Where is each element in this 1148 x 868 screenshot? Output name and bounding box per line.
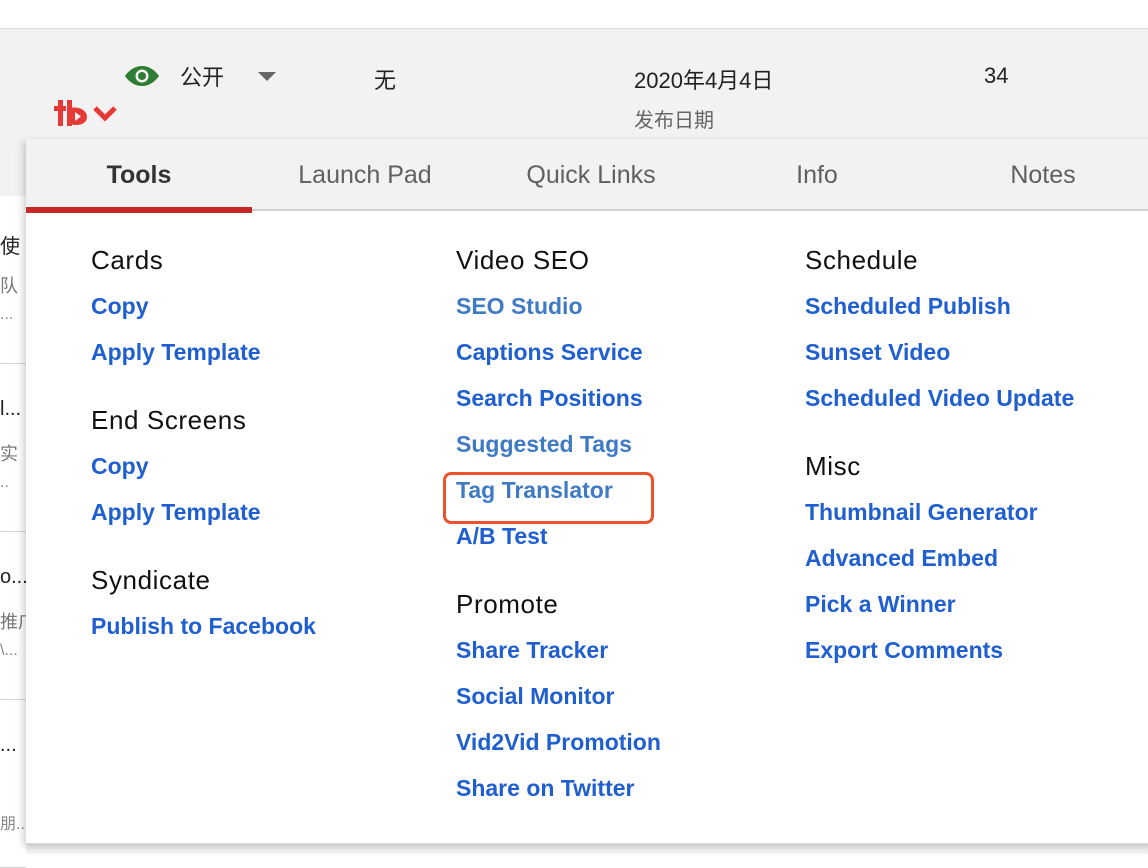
chevron-down-icon (93, 106, 117, 122)
section-cards: Cards Copy Apply Template (91, 237, 316, 375)
link-search-positions[interactable]: Search Positions (456, 375, 661, 421)
row-meta: 朋.. (0, 816, 25, 833)
section-video-seo: Video SEO SEO Studio Captions Service Se… (456, 237, 661, 559)
link-cards-apply-template[interactable]: Apply Template (91, 329, 316, 375)
link-seo-studio[interactable]: SEO Studio (456, 283, 661, 329)
section-title: Misc (805, 451, 861, 481)
link-end-screens-copy[interactable]: Copy (91, 443, 316, 489)
video-list-row[interactable]: l... 实 .. (0, 364, 26, 532)
views-count: 34 (984, 63, 1009, 88)
row-title: o... (0, 566, 26, 588)
panel-tabs: Tools Launch Pad Quick Links Info Notes (26, 139, 1148, 213)
restrictions-value: 无 (374, 68, 397, 93)
row-meta: \... (0, 642, 18, 659)
row-subtitle: 队 (0, 276, 18, 296)
link-pick-a-winner[interactable]: Pick a Winner (805, 581, 1074, 627)
tab-tools[interactable]: Tools (26, 139, 252, 213)
link-thumbnail-generator[interactable]: Thumbnail Generator (805, 489, 1074, 535)
section-syndicate: Syndicate Publish to Facebook (91, 557, 316, 649)
row-title: 使 (0, 236, 20, 258)
row-meta: ... (0, 306, 14, 323)
link-scheduled-publish[interactable]: Scheduled Publish (805, 283, 1074, 329)
tubebuddy-logo-icon (54, 100, 87, 126)
tab-launch-pad[interactable]: Launch Pad (252, 139, 478, 211)
link-share-on-twitter[interactable]: Share on Twitter (456, 765, 661, 811)
section-title: Syndicate (91, 565, 211, 595)
video-list-row[interactable]: 使 队 ... (0, 196, 26, 364)
row-subtitle: 推广 (0, 612, 26, 632)
publish-date-label: 发布日期 (634, 110, 714, 132)
visibility-dropdown[interactable]: 公开 (124, 60, 277, 92)
video-list-row[interactable]: o... 推广 \... (0, 532, 26, 700)
tab-info[interactable]: Info (704, 139, 930, 211)
tab-notes[interactable]: Notes (930, 139, 1148, 211)
top-bar (0, 0, 1148, 29)
video-list: 使 队 ... l... 实 .. o... 推广 \... ... 朋.. (0, 196, 26, 868)
tubebuddy-menu-panel: Tools Launch Pad Quick Links Info Notes … (26, 139, 1148, 844)
section-title: Promote (456, 589, 559, 619)
link-publish-to-facebook[interactable]: Publish to Facebook (91, 603, 316, 649)
section-promote: Promote Share Tracker Social Monitor Vid… (456, 581, 661, 811)
section-title: Schedule (805, 245, 919, 275)
row-title: l... (0, 398, 22, 420)
section-title: Cards (91, 245, 164, 275)
row-meta: .. (0, 474, 9, 491)
link-scheduled-video-update[interactable]: Scheduled Video Update (805, 375, 1074, 421)
link-sunset-video[interactable]: Sunset Video (805, 329, 1074, 375)
link-captions-service[interactable]: Captions Service (456, 329, 661, 375)
link-advanced-embed[interactable]: Advanced Embed (805, 535, 1074, 581)
link-ab-test[interactable]: A/B Test (456, 513, 661, 559)
link-social-monitor[interactable]: Social Monitor (456, 673, 661, 719)
link-share-tracker[interactable]: Share Tracker (456, 627, 661, 673)
link-export-comments[interactable]: Export Comments (805, 627, 1074, 673)
tools-column-1: Cards Copy Apply Template End Screens Co… (91, 211, 316, 671)
row-subtitle: 实 (0, 444, 18, 464)
section-end-screens: End Screens Copy Apply Template (91, 397, 316, 535)
tools-column-2: Video SEO SEO Studio Captions Service Se… (456, 211, 661, 833)
section-title: End Screens (91, 405, 247, 435)
section-misc: Misc Thumbnail Generator Advanced Embed … (805, 443, 1074, 673)
section-title: Video SEO (456, 245, 590, 275)
row-title: ... (0, 734, 17, 756)
tools-column-3: Schedule Scheduled Publish Sunset Video … (805, 211, 1074, 695)
link-vid2vid-promotion[interactable]: Vid2Vid Promotion (456, 719, 661, 765)
link-end-screens-apply-template[interactable]: Apply Template (91, 489, 316, 535)
link-suggested-tags[interactable]: Suggested Tags (456, 421, 661, 467)
visibility-label: 公开 (180, 65, 225, 90)
video-list-row[interactable]: ... 朋.. (0, 700, 26, 868)
eye-icon (125, 66, 159, 86)
link-cards-copy[interactable]: Copy (91, 283, 316, 329)
tab-quick-links[interactable]: Quick Links (478, 139, 704, 211)
tubebuddy-menu-button[interactable] (54, 100, 118, 126)
publish-date: 2020年4月4日 (634, 68, 774, 93)
caret-down-icon[interactable] (258, 71, 277, 81)
link-tag-translator[interactable]: Tag Translator (456, 467, 661, 513)
section-schedule: Schedule Scheduled Publish Sunset Video … (805, 237, 1074, 421)
